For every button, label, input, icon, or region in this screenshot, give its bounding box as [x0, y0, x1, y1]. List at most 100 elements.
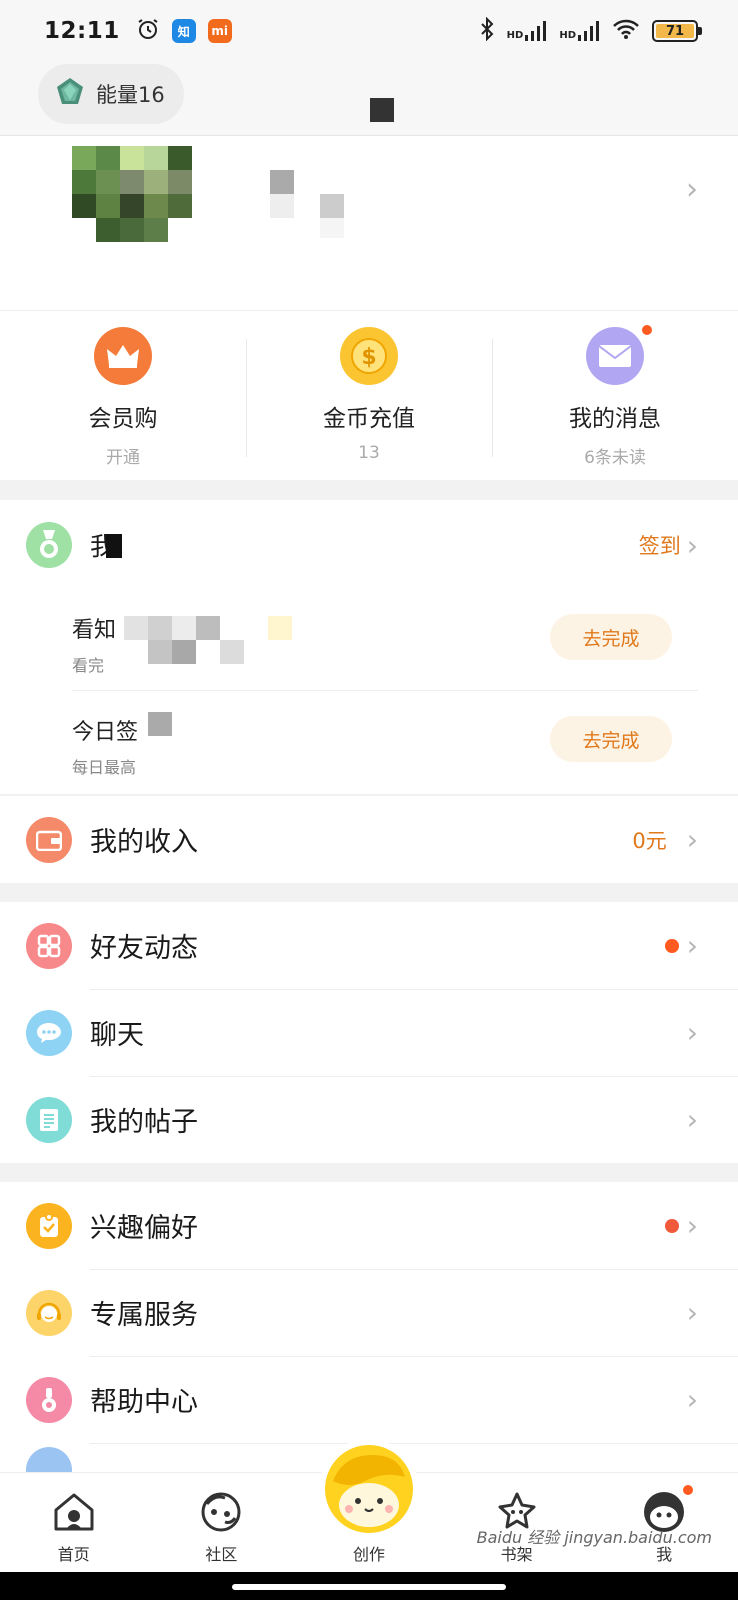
mi-app-icon: mi	[207, 19, 232, 43]
chevron-right-icon: ›	[686, 823, 698, 856]
redaction-block	[268, 616, 292, 640]
grid-icon	[26, 922, 72, 969]
tab-me[interactable]: 我	[590, 1473, 738, 1572]
signal-icon-2: HD	[559, 21, 600, 41]
redaction-block	[148, 712, 172, 736]
avatar[interactable]	[72, 146, 196, 256]
create-button[interactable]	[318, 1439, 419, 1539]
chat-label: 聊天	[90, 1020, 144, 1051]
income-group: 我的收入 0元 ›	[0, 796, 738, 883]
task-title: 今日签	[72, 720, 139, 745]
friends-label: 好友动态	[90, 933, 198, 964]
mascot-icon	[324, 1445, 413, 1533]
tab-label: 创作	[352, 1545, 385, 1564]
redaction-block	[172, 640, 196, 664]
notification-dot	[664, 938, 679, 953]
quick-actions: 会员购 开通 $ 金币充值 13 我的消息 6条未读	[0, 310, 738, 480]
chevron-right-icon: ›	[686, 1383, 698, 1416]
social-group: 好友动态 › 聊天 › 我的帖子 ›	[0, 902, 738, 1163]
task-sub: 每日最高	[72, 758, 137, 777]
tab-bookshelf[interactable]: 书架	[443, 1473, 591, 1572]
home-indicator-bar	[0, 1572, 738, 1600]
home-icon	[51, 1489, 97, 1535]
redaction-block	[270, 170, 294, 194]
bottom-tab-bar: 首页 社区 创作 书架 我	[0, 1439, 738, 1572]
chevron-right-icon: ›	[686, 1209, 698, 1242]
checkin-row[interactable]: 我 签到 ›	[0, 500, 738, 590]
income-label: 我的收入	[90, 827, 198, 858]
redaction-block	[320, 218, 344, 238]
svg-text:$: $	[361, 345, 376, 370]
task-item: 今日签 每日最高 去完成	[72, 692, 672, 792]
quick-action-sub: 开通	[106, 448, 140, 468]
chat-row[interactable]: 聊天 ›	[0, 989, 738, 1076]
home-indicator[interactable]	[232, 1584, 506, 1590]
service-row[interactable]: 专属服务 ›	[0, 1269, 738, 1356]
task-sub: 看完	[72, 656, 105, 675]
interests-label: 兴趣偏好	[90, 1213, 198, 1244]
tab-home[interactable]: 首页	[0, 1473, 148, 1572]
redaction-block	[106, 534, 122, 558]
signal-icon-1: HD	[507, 21, 548, 41]
chevron-right-icon: ›	[686, 172, 698, 207]
settings-group: 兴趣偏好 › 专属服务 › 帮助中心 ›	[0, 1182, 738, 1473]
task-list: 看知 看完 去完成 今日签 每日最高 去完成	[0, 590, 738, 794]
watermark: Baidu 经验 jingyan.baidu.com	[476, 1528, 712, 1547]
bluetooth-icon	[479, 16, 495, 45]
quick-action-recharge[interactable]: $ 金币充值 13	[246, 311, 492, 480]
friends-row[interactable]: 好友动态 ›	[0, 902, 738, 989]
gear-icon	[26, 1447, 72, 1473]
document-icon	[26, 1096, 72, 1143]
redaction-block	[124, 616, 148, 640]
tab-community[interactable]: 社区	[148, 1473, 296, 1572]
redaction-block	[220, 640, 244, 664]
alarm-icon	[136, 17, 160, 45]
redaction-block	[320, 194, 344, 218]
tab-label: 首页	[57, 1545, 90, 1564]
quick-action-messages[interactable]: 我的消息 6条未读	[492, 311, 738, 480]
chevron-right-icon: ›	[686, 1016, 698, 1049]
task-complete-button[interactable]: 去完成	[550, 716, 672, 762]
tag-icon	[26, 1202, 72, 1249]
notification-dot	[664, 1218, 679, 1233]
posts-row[interactable]: 我的帖子 ›	[0, 1076, 738, 1163]
medal-icon	[26, 522, 72, 568]
notification-dot	[681, 1483, 696, 1497]
headset-icon	[26, 1289, 72, 1336]
zhihu-app-icon: 知	[171, 19, 196, 43]
interests-row[interactable]: 兴趣偏好 ›	[0, 1182, 738, 1269]
task-title: 看知	[72, 618, 117, 643]
profile-card[interactable]: ›	[0, 136, 738, 311]
redaction-block	[148, 640, 172, 664]
divider	[72, 690, 698, 691]
energy-gem-icon	[54, 76, 86, 113]
chat-bubble-icon	[26, 1009, 72, 1056]
crown-icon	[94, 327, 152, 385]
redaction-block	[370, 98, 394, 122]
mail-icon	[586, 323, 654, 385]
help-row[interactable]: 帮助中心 ›	[0, 1356, 738, 1443]
energy-button[interactable]: 能量16	[38, 64, 184, 124]
help-label: 帮助中心	[90, 1387, 198, 1418]
quick-action-sub: 13	[358, 443, 380, 463]
checkin-button[interactable]: 签到	[639, 530, 681, 560]
redaction-block	[172, 616, 196, 640]
community-icon	[198, 1489, 244, 1535]
quick-action-sub: 6条未读	[584, 448, 646, 468]
chevron-right-icon: ›	[686, 528, 698, 562]
tab-create[interactable]: 创作	[295, 1439, 443, 1572]
energy-label: 能量16	[96, 83, 165, 107]
quick-action-label: 我的消息	[569, 406, 661, 432]
task-item: 看知 看完 去完成	[72, 590, 672, 690]
tab-label: 社区	[205, 1545, 238, 1564]
task-complete-button[interactable]: 去完成	[550, 614, 672, 660]
income-row[interactable]: 我的收入 0元 ›	[0, 796, 738, 883]
quick-action-label: 会员购	[88, 406, 158, 432]
redaction-block	[196, 616, 220, 640]
chevron-right-icon: ›	[686, 1103, 698, 1136]
battery-level: 71	[656, 24, 694, 39]
income-value: 0元	[632, 828, 667, 853]
quick-action-vip[interactable]: 会员购 开通	[0, 311, 246, 480]
redaction-block	[148, 616, 172, 640]
redaction-block	[270, 194, 294, 218]
